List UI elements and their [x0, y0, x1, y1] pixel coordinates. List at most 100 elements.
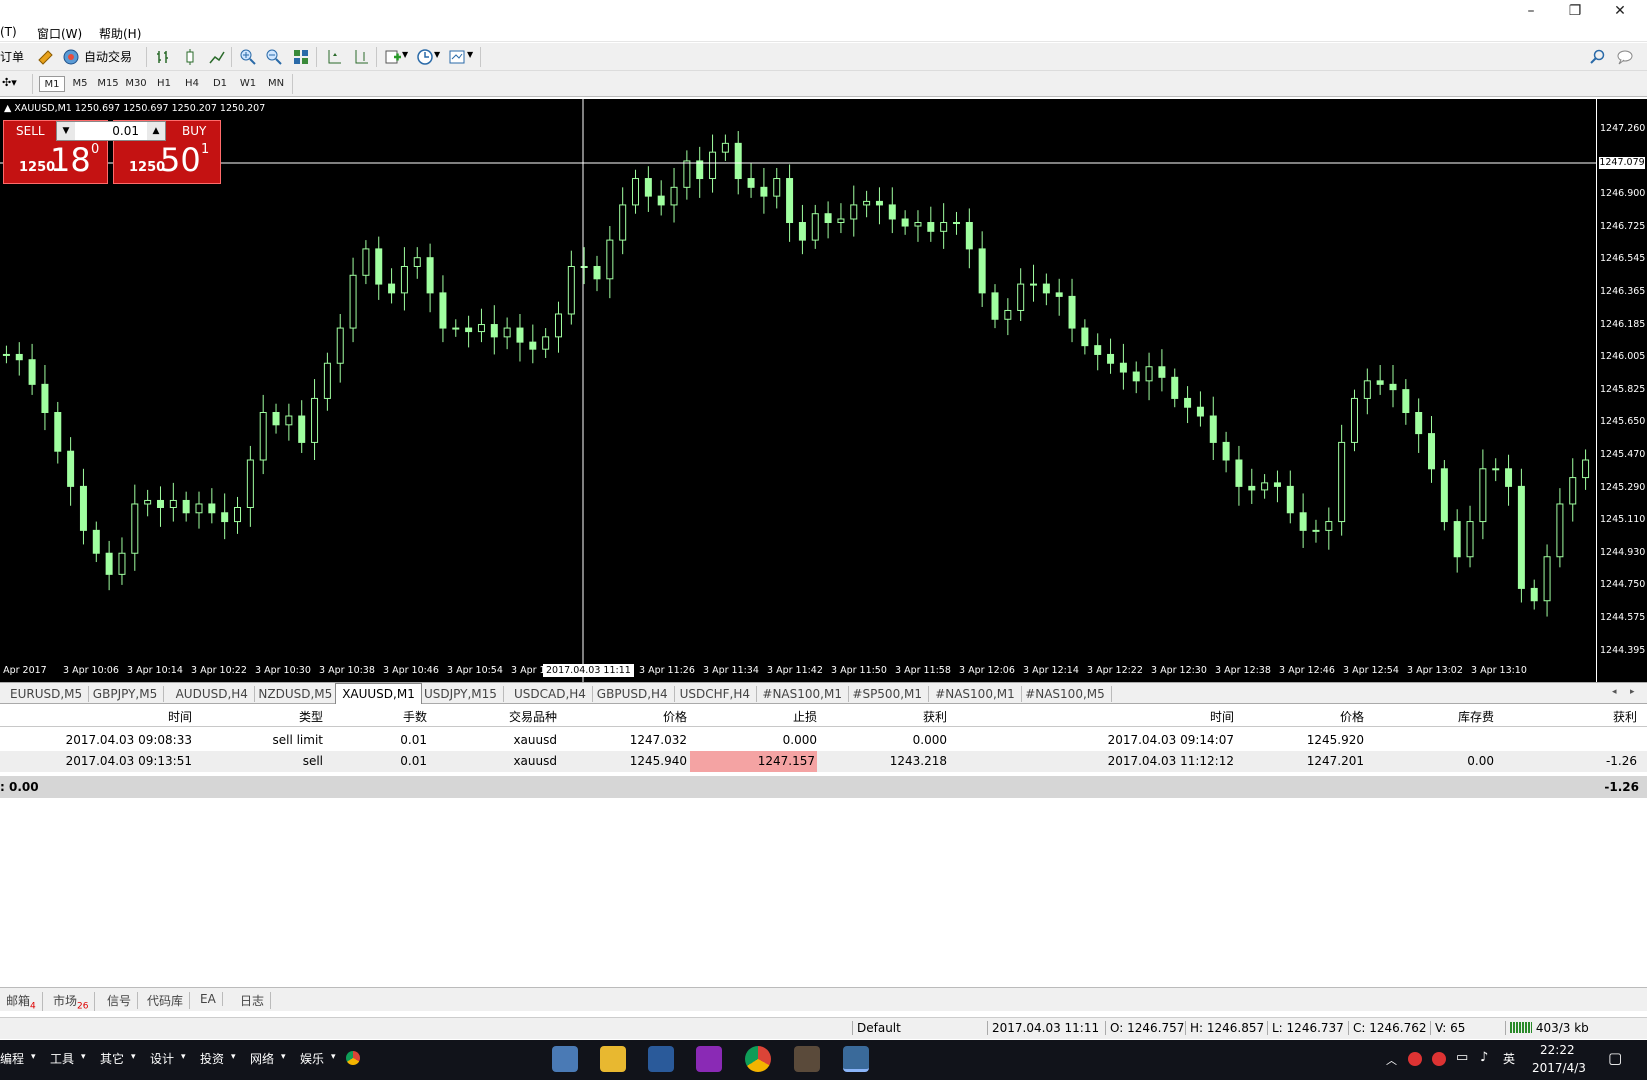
chart-tab[interactable]: XAUUSD,M1: [335, 683, 422, 704]
col-close-time[interactable]: 时间: [1210, 708, 1234, 725]
chart-tab[interactable]: #NAS100,M5: [1019, 686, 1112, 702]
taskbar-toolbar-item[interactable]: 设计: [150, 1050, 174, 1067]
chart-tab[interactable]: NZDUSD,M5: [252, 686, 340, 702]
col-symbol[interactable]: 交易品种: [509, 708, 557, 725]
taskbar-toolbar-item[interactable]: 工具: [50, 1050, 74, 1067]
status-profile[interactable]: Default: [852, 1021, 987, 1035]
price-chart[interactable]: [0, 99, 1596, 682]
periods-dropdown-icon[interactable]: ▼: [434, 50, 440, 59]
sublime-icon[interactable]: [794, 1046, 820, 1072]
timeframe-m1[interactable]: M1: [39, 76, 65, 92]
terminal-tab[interactable]: 市场26: [47, 992, 96, 1012]
col-volume[interactable]: 手数: [403, 708, 427, 725]
chart-tab[interactable]: USDJPY,M15: [418, 686, 504, 702]
periods-clock-icon[interactable]: [414, 46, 436, 68]
tray-icon-1[interactable]: [1408, 1052, 1422, 1066]
templates-dropdown-icon[interactable]: ▼: [467, 50, 473, 59]
taskbar-toolbar-item[interactable]: 编程: [0, 1050, 24, 1067]
chart-tab[interactable]: USDCAD,H4: [508, 686, 593, 702]
auto-trading-label[interactable]: 自动交易: [84, 48, 132, 65]
taskbar-dropdown-icon[interactable]: ▾: [181, 1052, 186, 1062]
tray-icon-2[interactable]: [1432, 1052, 1446, 1066]
app-vm-icon[interactable]: [552, 1046, 578, 1072]
lot-increase-button[interactable]: ▲: [147, 122, 165, 140]
menu-item-help[interactable]: 帮助(H): [99, 25, 141, 42]
restore-button[interactable]: ❐: [1555, 2, 1595, 20]
file-explorer-icon[interactable]: [600, 1046, 626, 1072]
taskbar-dropdown-icon[interactable]: ▾: [331, 1052, 336, 1062]
taskbar-dropdown-icon[interactable]: ▾: [131, 1052, 136, 1062]
indicators-icon[interactable]: [382, 46, 404, 68]
col-take-profit[interactable]: 获利: [923, 708, 947, 725]
zoom-out-icon[interactable]: [263, 46, 285, 68]
ime-indicator[interactable]: 英: [1503, 1050, 1515, 1067]
terminal-tab[interactable]: 日志: [234, 992, 272, 1009]
chart-tab[interactable]: GBPUSD,H4: [591, 686, 675, 702]
chrome-small-icon[interactable]: [346, 1051, 360, 1065]
tile-windows-icon[interactable]: [290, 46, 312, 68]
chart-tab[interactable]: #SP500,M1: [846, 686, 930, 702]
tabs-scroll-left-icon[interactable]: ◂: [1612, 687, 1617, 697]
network-icon[interactable]: ▭: [1456, 1050, 1468, 1065]
chart-tab[interactable]: USDCHF,H4: [674, 686, 758, 702]
taskbar-toolbar-item[interactable]: 投资: [200, 1050, 224, 1067]
taskbar-dropdown-icon[interactable]: ▾: [281, 1052, 286, 1062]
table-row[interactable]: 2017.04.03 09:13:51 sell 0.01 xauusd 1245.94…: [0, 751, 1647, 772]
chart-shift-icon[interactable]: [323, 46, 345, 68]
tray-expand-icon[interactable]: ︿: [1386, 1052, 1397, 1068]
chat-icon[interactable]: [1615, 46, 1637, 68]
table-row[interactable]: 2017.04.03 09:08:33 sell limit 0.01 xauusd 1…: [0, 730, 1647, 751]
tabs-scroll-right-icon[interactable]: ▸: [1630, 687, 1635, 697]
indicators-dropdown-icon[interactable]: ▼: [402, 50, 408, 59]
search-icon[interactable]: [1587, 46, 1609, 68]
timeframe-m15[interactable]: M15: [95, 76, 121, 92]
lot-decrease-button[interactable]: ▼: [57, 122, 75, 140]
timeframe-h1[interactable]: H1: [151, 76, 177, 92]
col-open-time[interactable]: 时间: [168, 708, 192, 725]
timeframe-d1[interactable]: D1: [207, 76, 233, 92]
chart-tab[interactable]: GBPJPY,M5: [87, 686, 165, 702]
menu-item-window[interactable]: 窗口(W): [37, 25, 82, 42]
taskbar-toolbar-item[interactable]: 网络: [250, 1050, 274, 1067]
timeframe-m5[interactable]: M5: [67, 76, 93, 92]
lot-size-value[interactable]: 0.01: [112, 124, 139, 138]
volume-icon[interactable]: ♪: [1480, 1050, 1488, 1065]
order-icon[interactable]: [34, 46, 56, 68]
clock-date[interactable]: 2017/4/3: [1532, 1061, 1586, 1075]
taskbar-dropdown-icon[interactable]: ▾: [231, 1052, 236, 1062]
templates-icon[interactable]: [446, 46, 468, 68]
timeframe-h4[interactable]: H4: [179, 76, 205, 92]
chart-tab[interactable]: #NAS100,M1: [756, 686, 849, 702]
taskbar-toolbar-item[interactable]: 娱乐: [300, 1050, 324, 1067]
col-open-price[interactable]: 价格: [663, 708, 687, 725]
col-type[interactable]: 类型: [299, 708, 323, 725]
cursor-tool-icon[interactable]: ✣▾: [2, 76, 17, 89]
metatrader-icon[interactable]: [843, 1046, 869, 1072]
col-close-price[interactable]: 价格: [1340, 708, 1364, 725]
phpstorm-icon[interactable]: [696, 1046, 722, 1072]
candlestick-icon[interactable]: [179, 46, 201, 68]
app-3d-box-icon[interactable]: [648, 1046, 674, 1072]
auto-scroll-icon[interactable]: [350, 46, 372, 68]
bar-chart-icon[interactable]: [152, 46, 174, 68]
auto-trading-icon[interactable]: [60, 46, 82, 68]
clock-time[interactable]: 22:22: [1540, 1043, 1575, 1057]
chart-tab[interactable]: #NAS100,M1: [929, 686, 1022, 702]
terminal-tab[interactable]: 信号: [101, 992, 139, 1009]
notification-icon[interactable]: ▢: [1608, 1049, 1622, 1067]
taskbar-dropdown-icon[interactable]: ▾: [31, 1052, 36, 1062]
chart-tab[interactable]: AUDUSD,H4: [170, 686, 255, 702]
col-stop-loss[interactable]: 止损: [793, 708, 817, 725]
minimize-button[interactable]: –: [1511, 2, 1551, 20]
timeframe-w1[interactable]: W1: [235, 76, 261, 92]
chrome-icon[interactable]: [745, 1046, 771, 1072]
timeframe-m30[interactable]: M30: [123, 76, 149, 92]
zoom-in-icon[interactable]: [237, 46, 259, 68]
timeframe-mn[interactable]: MN: [263, 76, 289, 92]
new-order-button[interactable]: 订单: [0, 48, 24, 65]
menu-item-tools[interactable]: (T): [0, 25, 17, 39]
lot-size-field[interactable]: ▼ 0.01 ▲: [56, 121, 166, 141]
taskbar-dropdown-icon[interactable]: ▾: [81, 1052, 86, 1062]
col-profit[interactable]: 获利: [1613, 708, 1637, 725]
line-chart-icon[interactable]: [206, 46, 228, 68]
